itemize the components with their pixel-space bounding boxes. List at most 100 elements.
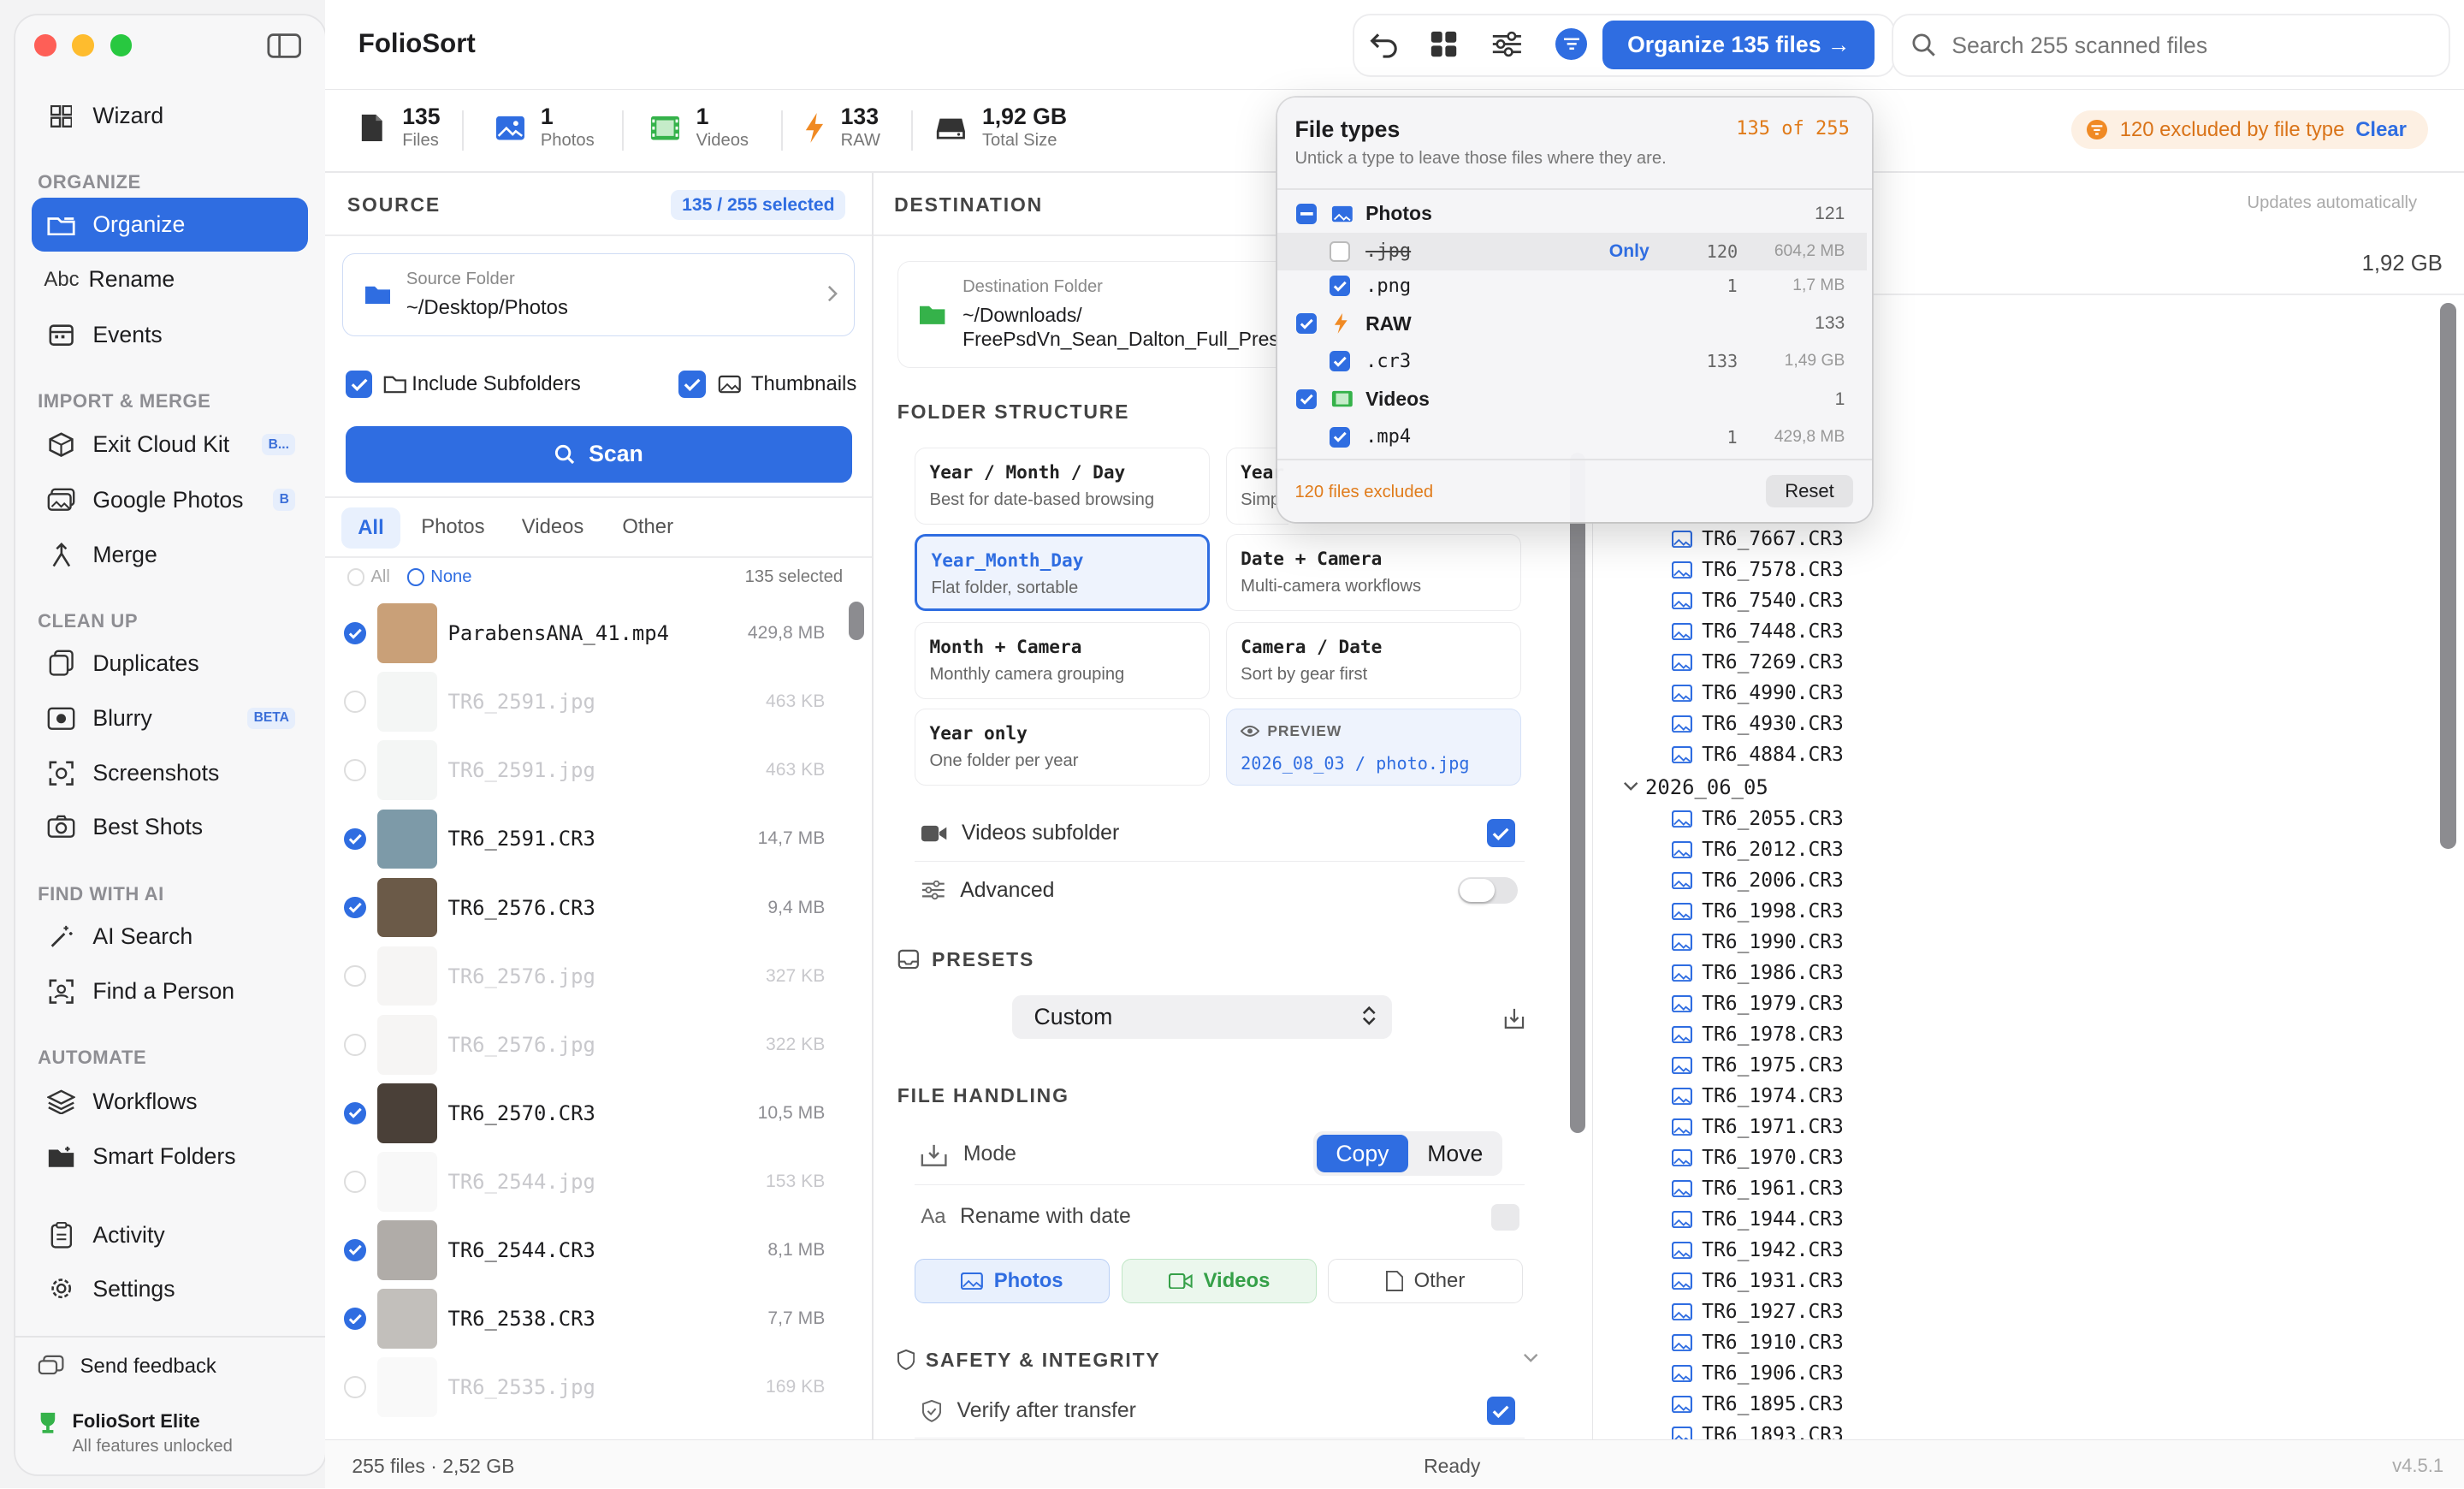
checkbox-checked[interactable] xyxy=(678,371,706,398)
file-row[interactable]: TR6_2591.CR3 14,7 MB xyxy=(325,804,851,874)
file-row[interactable]: TR6_2538.CR3 7,7 MB xyxy=(325,1284,851,1354)
sidebar-item-screenshots[interactable]: Screenshots xyxy=(32,746,308,799)
zoom-window-button[interactable] xyxy=(110,34,133,57)
tree-file-row[interactable]: TR6_7540.CR3 xyxy=(1672,590,1844,612)
tree-file-row[interactable]: TR6_1944.CR3 xyxy=(1672,1208,1844,1231)
png-checkbox[interactable] xyxy=(1329,276,1350,297)
preview-scrollbar[interactable] xyxy=(2440,303,2456,849)
source-folder-picker[interactable]: Source Folder ~/Desktop/Photos xyxy=(342,252,856,337)
sliders-icon[interactable] xyxy=(1491,30,1523,58)
file-row[interactable]: TR6_2591.jpg 463 KB xyxy=(325,736,851,805)
filetype-group-videos[interactable]: Videos 1 xyxy=(1277,380,1867,418)
filetype-group-raw[interactable]: RAW 133 xyxy=(1277,305,1867,342)
mp4-checkbox[interactable] xyxy=(1329,426,1350,448)
file-check-selected[interactable] xyxy=(344,1239,366,1261)
filetype-row-jpg[interactable]: .jpg Only 120 604,2 MB xyxy=(1277,232,1868,270)
cr3-checkbox[interactable] xyxy=(1329,351,1350,372)
search-input[interactable] xyxy=(1952,32,2408,59)
structure-option-date-camera[interactable]: Date + Camera Multi-camera workflows xyxy=(1225,534,1521,612)
chevron-down-icon[interactable] xyxy=(1523,1353,1538,1364)
checkbox-checked[interactable] xyxy=(346,371,373,398)
filter-icon[interactable] xyxy=(1555,28,1588,60)
jpg-checkbox[interactable] xyxy=(1329,240,1350,262)
tree-file-row[interactable]: TR6_7667.CR3 xyxy=(1672,528,1844,550)
tree-file-row[interactable]: TR6_1979.CR3 xyxy=(1672,993,1844,1015)
preset-select[interactable]: Custom xyxy=(1011,994,1393,1040)
search-box[interactable] xyxy=(1893,15,2449,76)
sidebar-item-workflows[interactable]: Workflows xyxy=(32,1075,308,1128)
tree-file-row[interactable]: TR6_1970.CR3 xyxy=(1672,1147,1844,1169)
tree-file-row[interactable]: TR6_1910.CR3 xyxy=(1672,1332,1844,1354)
grid-view-icon[interactable] xyxy=(1430,30,1458,58)
tree-file-row[interactable]: TR6_7269.CR3 xyxy=(1672,651,1844,673)
tree-file-row[interactable]: TR6_1990.CR3 xyxy=(1672,931,1844,953)
sidebar-item-activity[interactable]: Activity xyxy=(32,1208,308,1261)
scan-button[interactable]: Scan xyxy=(346,425,852,483)
file-check-unselected[interactable] xyxy=(344,1170,366,1193)
file-row[interactable]: TR6_2535.jpg 169 KB xyxy=(325,1353,851,1422)
file-check-unselected[interactable] xyxy=(344,759,366,782)
tree-file-row[interactable]: TR6_2006.CR3 xyxy=(1672,869,1844,892)
tree-file-row[interactable]: TR6_4930.CR3 xyxy=(1672,713,1844,735)
tab-other[interactable]: Other xyxy=(622,515,673,539)
tree-file-row[interactable]: TR6_1942.CR3 xyxy=(1672,1239,1844,1261)
sidebar-item-organize[interactable]: Organize xyxy=(31,198,308,252)
tree-file-row[interactable]: TR6_1927.CR3 xyxy=(1672,1301,1844,1323)
sidebar-item-ai-search[interactable]: AI Search xyxy=(32,910,308,963)
tab-all[interactable]: All xyxy=(341,507,401,549)
file-check-unselected[interactable] xyxy=(344,1376,366,1398)
file-check-selected[interactable] xyxy=(344,896,366,919)
tree-file-row[interactable]: TR6_2012.CR3 xyxy=(1672,839,1844,861)
photos-partial-checkbox[interactable] xyxy=(1296,203,1318,224)
type-other-button[interactable]: Other xyxy=(1328,1259,1523,1303)
file-check-selected[interactable] xyxy=(344,1308,366,1330)
file-check-unselected[interactable] xyxy=(344,1033,366,1056)
file-check-unselected[interactable] xyxy=(344,691,366,714)
structure-option-year-only[interactable]: Year only One folder per year xyxy=(914,709,1211,786)
tree-file-row[interactable]: TR6_2055.CR3 xyxy=(1672,808,1844,830)
videos-checkbox[interactable] xyxy=(1296,389,1318,410)
thumbnails-toggle[interactable]: Thumbnails xyxy=(678,371,856,398)
file-check-selected[interactable] xyxy=(344,828,366,851)
sidebar-item-blurry[interactable]: Blurry BETA xyxy=(32,691,308,744)
file-row[interactable]: TR6_2576.jpg 322 KB xyxy=(325,1010,851,1079)
structure-option-month-camera[interactable]: Month + Camera Monthly camera grouping xyxy=(914,622,1211,700)
tree-file-row[interactable]: TR6_1986.CR3 xyxy=(1672,962,1844,984)
file-row[interactable]: ParabensANA_41.mp4 429,8 MB xyxy=(325,599,851,668)
minimize-window-button[interactable] xyxy=(72,34,95,57)
sidebar-item-google-photos[interactable]: Google Photos B xyxy=(32,473,308,526)
tree-file-row[interactable]: TR6_1961.CR3 xyxy=(1672,1178,1844,1200)
undo-icon[interactable] xyxy=(1369,28,1401,60)
filetype-group-photos[interactable]: Photos 121 xyxy=(1277,195,1867,233)
include-subfolders-toggle[interactable]: Include Subfolders xyxy=(346,371,581,398)
tree-file-row[interactable]: TR6_1931.CR3 xyxy=(1672,1270,1844,1292)
close-window-button[interactable] xyxy=(34,34,57,57)
tree-file-row[interactable]: TR6_1975.CR3 xyxy=(1672,1054,1844,1077)
sidebar-item-smart-folders[interactable]: Smart Folders xyxy=(32,1130,308,1183)
sidebar-item-settings[interactable]: Settings xyxy=(32,1262,308,1315)
select-all-button[interactable]: All xyxy=(346,567,390,587)
tree-file-row[interactable]: TR6_4990.CR3 xyxy=(1672,682,1844,704)
videos-subfolder-checkbox[interactable] xyxy=(1486,819,1515,848)
type-photos-button[interactable]: Photos xyxy=(914,1259,1110,1303)
organize-files-button[interactable]: Organize 135 files → xyxy=(1602,20,1875,69)
tree-file-row[interactable]: TR6_1971.CR3 xyxy=(1672,1116,1844,1138)
mode-move-button[interactable]: Move xyxy=(1411,1135,1499,1172)
sidebar-item-wizard[interactable]: Wizard xyxy=(32,90,308,143)
tree-file-row[interactable]: TR6_7448.CR3 xyxy=(1672,620,1844,643)
save-preset-icon[interactable] xyxy=(1504,1007,1525,1029)
send-feedback-button[interactable]: Send feedback xyxy=(38,1355,216,1379)
clear-exclusion-button[interactable]: Clear xyxy=(2355,118,2407,142)
file-check-selected[interactable] xyxy=(344,622,366,645)
file-check-selected[interactable] xyxy=(344,1101,366,1124)
tab-photos[interactable]: Photos xyxy=(421,515,484,539)
filetype-row-png[interactable]: .png 1 1,7 MB xyxy=(1277,267,1867,305)
file-row[interactable]: TR6_2544.CR3 8,1 MB xyxy=(325,1216,851,1285)
file-row[interactable]: TR6_2591.jpg 463 KB xyxy=(325,667,851,737)
sidebar-item-events[interactable]: Events xyxy=(32,308,308,361)
file-row[interactable]: TR6_2576.CR3 9,4 MB xyxy=(325,873,851,942)
mode-copy-button[interactable]: Copy xyxy=(1317,1135,1408,1173)
rename-with-date-checkbox[interactable] xyxy=(1491,1203,1520,1231)
file-row[interactable]: TR6_2570.CR3 10,5 MB xyxy=(325,1078,851,1148)
tree-file-row[interactable]: TR6_4884.CR3 xyxy=(1672,744,1844,766)
